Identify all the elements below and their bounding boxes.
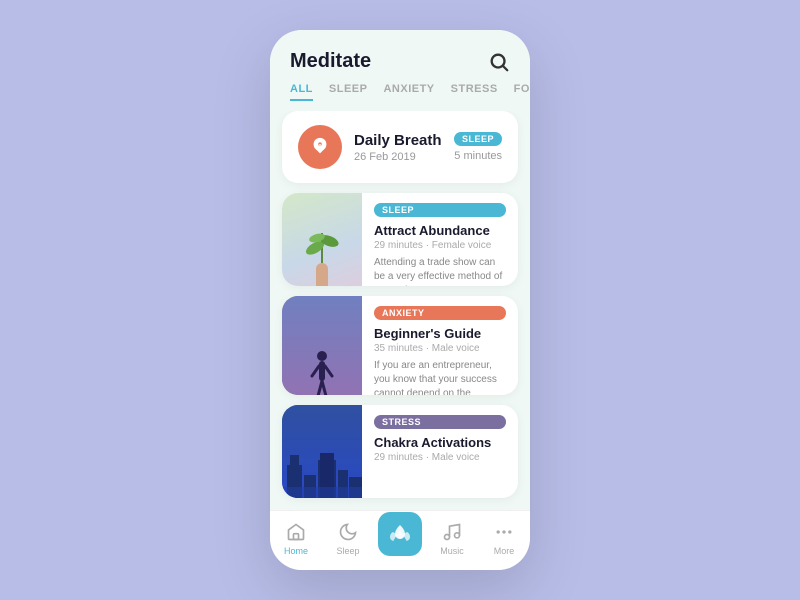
- daily-meta: SLEEP 5 minutes: [454, 132, 502, 162]
- card-meta-attract: 29 minutes · Female voice: [374, 240, 506, 251]
- card-badge-attract: SLEEP: [374, 203, 506, 217]
- nav-sleep-label: Sleep: [336, 546, 359, 556]
- nav-music[interactable]: Music: [430, 521, 474, 556]
- card-body-chakra: STRESS Chakra Activations 29 minutes · M…: [362, 405, 518, 498]
- card-desc-beginner: If you are an entrepreneur, you know tha…: [374, 359, 506, 396]
- search-icon[interactable]: [488, 51, 510, 73]
- app-title: Meditate: [290, 50, 371, 73]
- card-title-beginner: Beginner's Guide: [374, 326, 506, 341]
- card-attract-abundance[interactable]: SLEEP Attract Abundance 29 minutes · Fem…: [282, 193, 518, 286]
- card-image-beginner: [282, 296, 362, 396]
- city-illustration: [282, 405, 362, 498]
- bottom-nav: Home Sleep: [270, 510, 530, 570]
- tab-anxiety[interactable]: ANXIETY: [383, 83, 434, 101]
- header: Meditate: [270, 30, 530, 83]
- tab-stress[interactable]: STRESS: [451, 83, 498, 101]
- tab-bar: ALL SLEEP ANXIETY STRESS FOCUS: [270, 83, 530, 111]
- nav-more[interactable]: More: [482, 521, 526, 556]
- lotus-icon: [378, 512, 422, 556]
- daily-duration: 5 minutes: [454, 150, 502, 162]
- card-title-attract: Attract Abundance: [374, 223, 506, 238]
- silhouette-illustration: [282, 296, 362, 396]
- nav-music-label: Music: [440, 546, 464, 556]
- nav-home-label: Home: [284, 546, 308, 556]
- tab-focus[interactable]: FOCUS: [514, 83, 530, 101]
- card-badge-beginner: ANXIETY: [374, 306, 506, 320]
- tab-sleep[interactable]: SLEEP: [329, 83, 368, 101]
- card-meta-chakra: 29 minutes · Male voice: [374, 452, 506, 463]
- card-image-chakra: [282, 405, 362, 498]
- phone-container: Meditate ALL SLEEP ANXIETY STRESS FOCUS: [270, 30, 530, 570]
- card-desc-attract: Attending a trade show can be a very eff…: [374, 256, 506, 286]
- nav-more-label: More: [494, 546, 515, 556]
- daily-title: Daily Breath: [354, 132, 442, 149]
- nav-meditate[interactable]: [378, 522, 422, 556]
- daily-badge: SLEEP: [454, 132, 502, 146]
- card-chakra[interactable]: STRESS Chakra Activations 29 minutes · M…: [282, 405, 518, 498]
- more-icon: [493, 521, 515, 543]
- hand-illustration: [287, 223, 357, 286]
- card-meta-beginner: 35 minutes · Male voice: [374, 343, 506, 354]
- tab-all[interactable]: ALL: [290, 83, 313, 101]
- moon-icon: [337, 521, 359, 543]
- daily-date: 26 Feb 2019: [354, 151, 442, 163]
- card-title-chakra: Chakra Activations: [374, 435, 506, 450]
- daily-breath-icon: [298, 125, 342, 169]
- music-icon: [441, 521, 463, 543]
- content-area: Daily Breath 26 Feb 2019 SLEEP 5 minutes: [270, 111, 530, 510]
- nav-home[interactable]: Home: [274, 521, 318, 556]
- card-badge-chakra: STRESS: [374, 415, 506, 429]
- home-icon: [285, 521, 307, 543]
- daily-card[interactable]: Daily Breath 26 Feb 2019 SLEEP 5 minutes: [282, 111, 518, 183]
- daily-info: Daily Breath 26 Feb 2019: [354, 132, 442, 163]
- card-body-attract: SLEEP Attract Abundance 29 minutes · Fem…: [362, 193, 518, 286]
- card-beginners-guide[interactable]: ANXIETY Beginner's Guide 35 minutes · Ma…: [282, 296, 518, 396]
- card-body-beginner: ANXIETY Beginner's Guide 35 minutes · Ma…: [362, 296, 518, 396]
- nav-sleep[interactable]: Sleep: [326, 521, 370, 556]
- card-image-attract: [282, 193, 362, 286]
